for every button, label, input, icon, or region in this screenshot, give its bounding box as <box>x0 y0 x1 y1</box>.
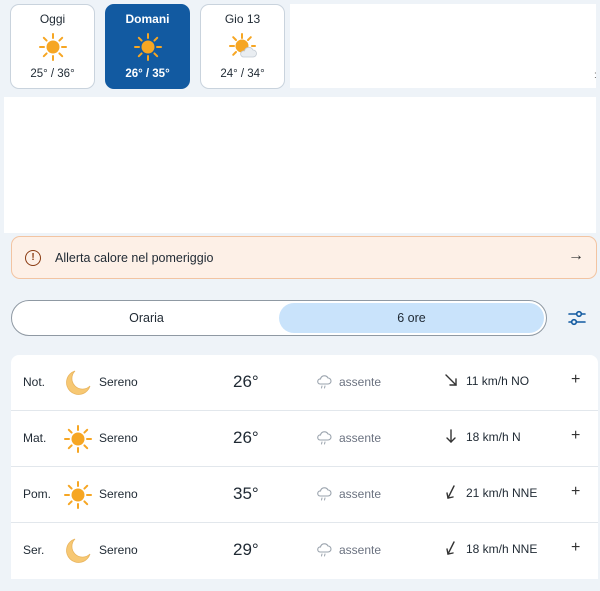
wind-speed: 11 km/h NO <box>466 374 530 388</box>
period-label: Not. <box>23 375 46 389</box>
scroll-edge-marker: : <box>594 70 597 81</box>
wind-arrow-icon <box>446 429 456 443</box>
precipitation: assente <box>339 375 382 389</box>
day-temps: 26° / 35° <box>125 68 170 80</box>
wind-speed: 18 km/h NNE <box>466 542 538 556</box>
period-label: Mat. <box>23 431 47 445</box>
forecast-table: Not. Sereno 26° assente 11 km/h NO + Mat… <box>11 355 598 579</box>
period-label: Ser. <box>23 543 45 557</box>
temperature: 26° <box>233 372 259 391</box>
sun-icon <box>133 33 162 61</box>
day-name: Gio 13 <box>224 12 261 26</box>
ad-placeholder <box>4 97 596 233</box>
precipitation: assente <box>339 431 382 445</box>
condition-label: Sereno <box>99 543 138 557</box>
cloud-rain-icon <box>317 543 332 557</box>
moon-icon <box>66 538 91 563</box>
day-card-oggi[interactable]: Oggi 25° / 36° <box>10 4 95 89</box>
wind-arrow-icon <box>446 541 455 555</box>
tab-6-ore[interactable]: 6 ore <box>279 303 544 333</box>
day-temps: 25° / 36° <box>30 68 75 80</box>
day-card-domani[interactable]: Domani 26° / 35° <box>105 4 190 89</box>
condition-label: Sereno <box>99 431 138 445</box>
temperature: 29° <box>233 540 259 559</box>
alert-text: Allerta calore nel pomeriggio <box>55 250 214 265</box>
precipitation: assente <box>339 487 382 501</box>
sliders-icon[interactable] <box>568 310 586 326</box>
alert-circle-icon: ! <box>25 249 41 266</box>
expand-plus-icon[interactable]: + <box>571 371 580 389</box>
precipitation: assente <box>339 543 382 557</box>
day-name: Domani <box>125 12 170 26</box>
wind-speed: 21 km/h NNE <box>466 486 538 500</box>
period-label: Pom. <box>23 487 52 501</box>
condition-label: Sereno <box>99 375 138 389</box>
tab-oraria[interactable]: Oraria <box>14 303 279 333</box>
sun-icon <box>64 425 92 453</box>
cloud-rain-icon <box>317 375 332 389</box>
cloud-rain-icon <box>317 431 332 445</box>
arrow-right-icon: → <box>568 247 584 264</box>
day-selector: Oggi 25° / 36° Domani 26° / 35° Gio 13 2… <box>10 4 285 89</box>
table-row[interactable]: Pom. Sereno 35° assente 21 km/h NNE + <box>11 467 598 523</box>
table-row[interactable]: Ser. Sereno 29° assente 18 km/h NNE + <box>11 523 598 579</box>
wind-arrow-icon <box>446 485 455 499</box>
expand-plus-icon[interactable]: + <box>571 427 580 445</box>
moon-icon <box>66 370 91 395</box>
expand-plus-icon[interactable]: + <box>571 539 580 557</box>
sun-icon <box>38 33 67 61</box>
sun-icon <box>64 481 92 509</box>
wind-speed: 18 km/h N <box>466 430 521 444</box>
temperature: 35° <box>233 484 259 503</box>
view-toggle: Oraria 6 ore <box>11 300 547 336</box>
sun-cloud-icon <box>228 33 257 58</box>
day-name: Oggi <box>39 12 66 26</box>
expand-plus-icon[interactable]: + <box>571 483 580 501</box>
heat-alert-banner[interactable]: ! Allerta calore nel pomeriggio → <box>11 236 597 279</box>
temperature: 26° <box>233 428 259 447</box>
cloud-rain-icon <box>317 487 332 501</box>
top-banner-area <box>290 4 596 88</box>
day-temps: 24° / 34° <box>220 68 265 80</box>
condition-label: Sereno <box>99 487 138 501</box>
day-card-gio-13[interactable]: Gio 13 24° / 34° <box>200 4 285 89</box>
wind-arrow-icon <box>445 374 457 386</box>
table-row[interactable]: Not. Sereno 26° assente 11 km/h NO + <box>11 355 598 411</box>
table-row[interactable]: Mat. Sereno 26° assente 18 km/h N + <box>11 411 598 467</box>
